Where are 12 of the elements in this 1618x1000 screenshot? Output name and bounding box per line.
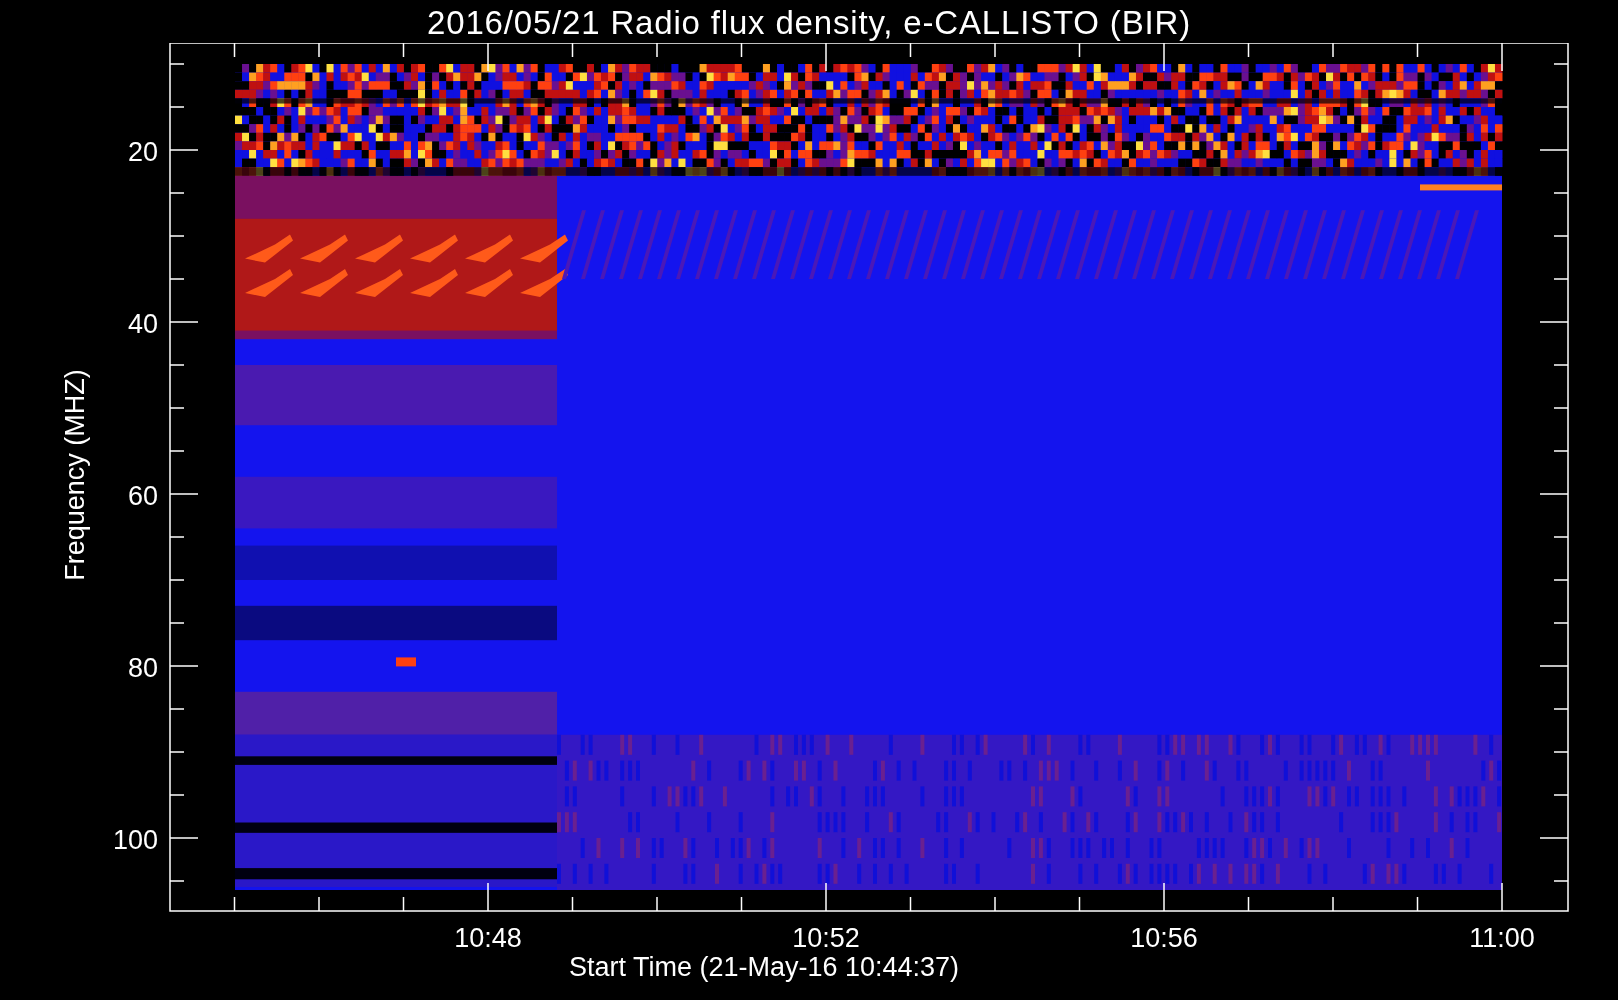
x-tick-label: 11:00 (1469, 923, 1535, 953)
y-tick-label: 40 (127, 309, 158, 339)
x-axis-label: Start Time (21-May-16 10:44:37) (568, 952, 960, 982)
y-tick-label: 100 (112, 825, 158, 855)
y-tick-label: 80 (127, 653, 158, 683)
x-tick-label: 10:56 (1130, 923, 1198, 953)
x-tick-label: 10:52 (792, 923, 860, 953)
chart-title: 2016/05/21 Radio flux density, e-CALLISTO (BIR) (427, 3, 1191, 43)
y-tick-label: 20 (127, 137, 158, 167)
y-tick-label: 60 (127, 481, 158, 511)
x-tick-label: 10:48 (454, 923, 522, 953)
y-axis-label: Frequency (MHZ) (60, 369, 90, 581)
